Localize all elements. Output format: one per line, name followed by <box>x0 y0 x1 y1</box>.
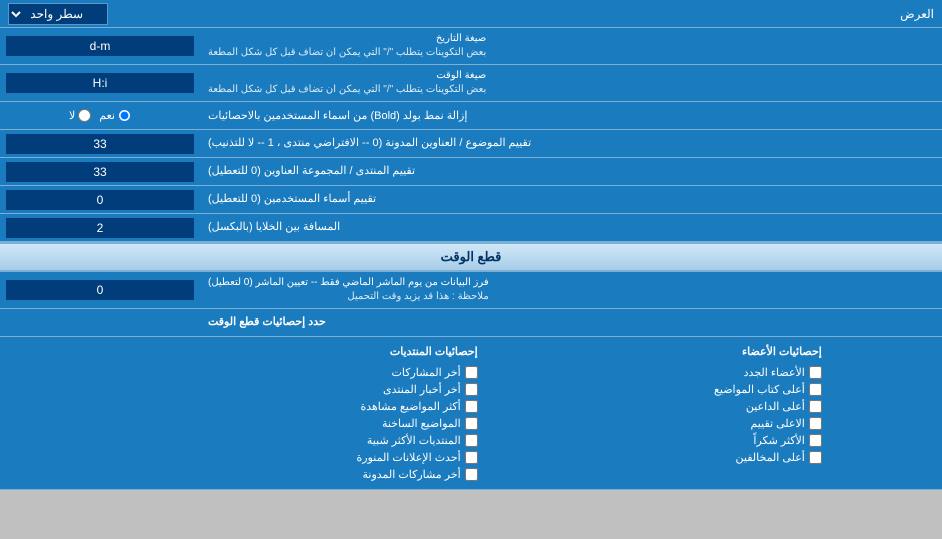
stats-header-label: حدد إحصائيات قطع الوقت <box>200 309 942 336</box>
time-format-input-wrap[interactable] <box>0 65 200 101</box>
remove-bold-row: إزالة نمط بولد (Bold) من اسماء المستخدمي… <box>0 102 942 130</box>
top-select-wrap[interactable]: سطر واحد سطرين ثلاثة أسطر <box>8 3 108 25</box>
cutoff-row: فرز البيانات من يوم الماشر الماضي فقط --… <box>0 272 942 309</box>
date-format-label: صيغة التاريخ بعض التكوينات يتطلب "/" الت… <box>200 28 942 64</box>
cell-distance-input-wrap[interactable] <box>0 214 200 241</box>
time-format-row: صيغة الوقت بعض التكوينات يتطلب "/" التي … <box>0 65 942 102</box>
cb-top-rated-input[interactable] <box>809 417 822 430</box>
top-label: العرض <box>900 7 934 21</box>
sort-users-row: تقييم أسماء المستخدمين (0 للتعطيل) <box>0 186 942 214</box>
sort-topics-input-wrap[interactable] <box>0 130 200 157</box>
cb-similar-forums-input[interactable] <box>465 434 478 447</box>
cutoff-input[interactable] <box>6 280 194 300</box>
cb-most-thanks-input[interactable] <box>809 434 822 447</box>
checkbox-columns: إحصائيات الأعضاء الأعضاء الجدد أعلى كتاب… <box>12 345 930 481</box>
cb-most-viewed-input[interactable] <box>465 400 478 413</box>
cb-forum-news-input[interactable] <box>465 383 478 396</box>
sort-users-input[interactable] <box>6 190 194 210</box>
sort-topics-label: تقييم الموضوع / العناوين المدونة (0 -- ا… <box>200 130 942 157</box>
cb-new-members-input[interactable] <box>809 366 822 379</box>
cell-distance-label: المسافة بين الخلايا (بالبكسل) <box>200 214 942 241</box>
section-header-cutoff: قطع الوقت <box>0 242 942 272</box>
sort-forums-input-wrap[interactable] <box>0 158 200 185</box>
sort-users-label: تقييم أسماء المستخدمين (0 للتعطيل) <box>200 186 942 213</box>
cutoff-input-wrap[interactable] <box>0 272 200 308</box>
cb-top-rated[interactable]: الاعلى تقييم <box>714 417 822 430</box>
cb-new-members[interactable]: الأعضاء الجدد <box>714 366 822 379</box>
cell-distance-row: المسافة بين الخلايا (بالبكسل) <box>0 214 942 242</box>
cb-top-inviters[interactable]: أعلى الداعين <box>714 400 822 413</box>
col-forums: إحصائيات المنتديات أخر المشاركات أخر أخب… <box>357 345 478 481</box>
cb-last-posts-input[interactable] <box>465 366 478 379</box>
sort-forums-input[interactable] <box>6 162 194 182</box>
cb-most-thanks[interactable]: الأكثر شكراً <box>714 434 822 447</box>
display-select[interactable]: سطر واحد سطرين ثلاثة أسطر <box>8 3 108 25</box>
radio-yes-label[interactable]: نعم <box>99 109 131 122</box>
cell-distance-input[interactable] <box>6 218 194 238</box>
cb-similar-forums[interactable]: المنتديات الأكثر شبية <box>357 434 478 447</box>
cb-latest-announcements[interactable]: أحدث الإعلانات المنورة <box>357 451 478 464</box>
cutoff-label: فرز البيانات من يوم الماشر الماضي فقط --… <box>200 272 942 308</box>
col-forums-header: إحصائيات المنتديات <box>357 345 478 358</box>
radio-no[interactable] <box>78 109 91 122</box>
radio-yes[interactable] <box>118 109 131 122</box>
cb-forum-news[interactable]: أخر أخبار المنتدى <box>357 383 478 396</box>
sort-topics-input[interactable] <box>6 134 194 154</box>
sort-topics-row: تقييم الموضوع / العناوين المدونة (0 -- ا… <box>0 130 942 158</box>
cb-most-viewed[interactable]: أكثر المواضيع مشاهدة <box>357 400 478 413</box>
radio-no-label[interactable]: لا <box>69 109 91 122</box>
cb-latest-announcements-input[interactable] <box>465 451 478 464</box>
sort-forums-row: تقييم المنتدى / المجموعة العناوين (0 للت… <box>0 158 942 186</box>
cb-blog-posts[interactable]: أخر مشاركات المدونة <box>357 468 478 481</box>
cb-blog-posts-input[interactable] <box>465 468 478 481</box>
top-row: العرض سطر واحد سطرين ثلاثة أسطر <box>0 0 942 28</box>
remove-bold-input-wrap[interactable]: نعم لا <box>0 102 200 129</box>
stats-header-row: حدد إحصائيات قطع الوقت <box>0 309 942 337</box>
cb-hot-topics[interactable]: المواضيع الساخنة <box>357 417 478 430</box>
cb-top-inviters-input[interactable] <box>809 400 822 413</box>
sort-users-input-wrap[interactable] <box>0 186 200 213</box>
checkboxes-area: إحصائيات الأعضاء الأعضاء الجدد أعلى كتاب… <box>0 337 942 490</box>
col-members: إحصائيات الأعضاء الأعضاء الجدد أعلى كتاب… <box>714 345 822 481</box>
time-format-label: صيغة الوقت بعض التكوينات يتطلب "/" التي … <box>200 65 942 101</box>
time-format-input[interactable] <box>6 73 194 93</box>
remove-bold-label: إزالة نمط بولد (Bold) من اسماء المستخدمي… <box>200 102 942 129</box>
cb-top-violators[interactable]: أعلى المخالفين <box>714 451 822 464</box>
col-members-header: إحصائيات الأعضاء <box>714 345 822 358</box>
sort-forums-label: تقييم المنتدى / المجموعة العناوين (0 للت… <box>200 158 942 185</box>
date-format-input-wrap[interactable] <box>0 28 200 64</box>
date-format-input[interactable] <box>6 36 194 56</box>
cb-hot-topics-input[interactable] <box>465 417 478 430</box>
stats-header-spacer <box>0 309 200 336</box>
date-format-row: صيغة التاريخ بعض التكوينات يتطلب "/" الت… <box>0 28 942 65</box>
cb-top-violators-input[interactable] <box>809 451 822 464</box>
cb-top-authors-input[interactable] <box>809 383 822 396</box>
cb-top-authors[interactable]: أعلى كتاب المواضيع <box>714 383 822 396</box>
cb-last-posts[interactable]: أخر المشاركات <box>357 366 478 379</box>
